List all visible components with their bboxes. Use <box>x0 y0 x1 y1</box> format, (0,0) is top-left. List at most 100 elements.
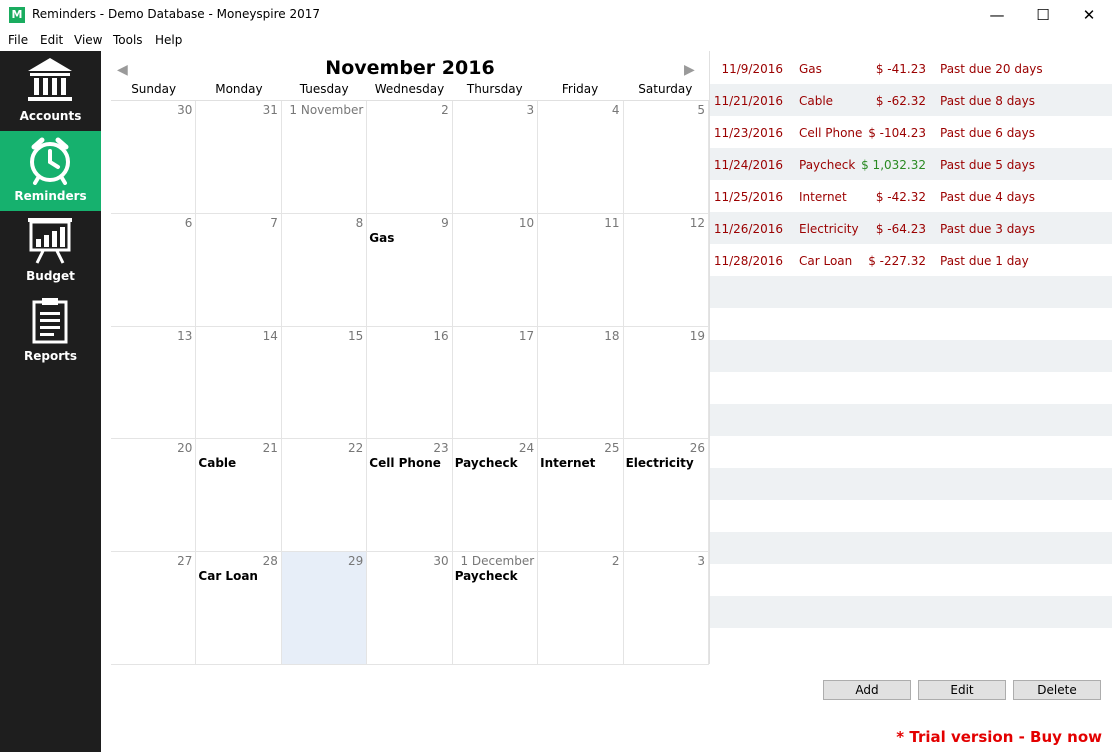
calendar-day-cell[interactable]: 4 <box>538 101 624 214</box>
reminder-row[interactable] <box>710 564 1112 596</box>
reminder-row[interactable]: 11/21/2016 Cable $ -62.32 Past due 8 days <box>710 84 1112 116</box>
calendar-day-cell[interactable]: 30 <box>367 552 453 665</box>
calendar-day-cell[interactable]: 3 <box>623 552 709 665</box>
reminder-date: 11/24/2016 <box>713 158 783 172</box>
reminder-row[interactable] <box>710 372 1112 404</box>
calendar-day-cell[interactable]: 12 <box>623 213 709 327</box>
calendar-day-cell[interactable]: 5 <box>623 101 709 214</box>
calendar-day-cell[interactable]: 11 <box>538 213 624 327</box>
calendar-event[interactable]: Paycheck <box>455 569 518 583</box>
weekday-label: Wednesday <box>374 82 445 96</box>
weekday-label: Thursday <box>466 82 523 96</box>
reminder-row[interactable]: 11/24/2016 Paycheck $ 1,032.32 Past due 5 d… <box>710 148 1112 180</box>
reminder-row[interactable] <box>710 532 1112 564</box>
reminder-amount: $ -62.32 <box>875 94 926 108</box>
reminder-row[interactable] <box>710 500 1112 532</box>
reminder-row[interactable]: 11/9/2016 Gas $ -41.23 Past due 20 days <box>710 52 1112 84</box>
day-number: 1 December <box>460 554 535 569</box>
calendar-day-cell[interactable]: 22 <box>281 439 368 553</box>
sidebar-item-reports[interactable]: Reports <box>0 291 101 371</box>
calendar-day-cell[interactable]: 24 Paycheck <box>452 439 539 553</box>
calendar-day-cell[interactable]: 20 <box>111 439 197 553</box>
maximize-button[interactable]: ☐ <box>1020 0 1066 31</box>
sidebar-item-label: Budget <box>26 269 75 283</box>
calendar-day-cell[interactable]: 13 <box>111 326 197 440</box>
calendar-day-cell-today[interactable]: 29 <box>281 552 368 665</box>
reminder-row[interactable] <box>710 276 1112 308</box>
calendar-day-cell[interactable]: 16 <box>367 326 453 440</box>
reminder-row[interactable] <box>710 628 1112 660</box>
reminder-row[interactable]: 11/28/2016 Car Loan $ -227.32 Past due 1 da… <box>710 244 1112 276</box>
menu-file[interactable]: File <box>8 33 28 47</box>
calendar-event[interactable]: Paycheck <box>455 456 518 470</box>
menu-view[interactable]: View <box>74 33 102 47</box>
calendar-month-title: November 2016 <box>325 57 495 79</box>
calendar-day-cell[interactable]: 10 <box>452 213 539 327</box>
reminder-amount: $ -41.23 <box>875 62 926 76</box>
calendar-event[interactable]: Car Loan <box>198 569 258 583</box>
reminder-row[interactable] <box>710 404 1112 436</box>
calendar-event[interactable]: Electricity <box>626 456 694 470</box>
calendar-day-cell[interactable]: 17 <box>452 326 539 440</box>
day-number: 22 <box>348 441 364 456</box>
add-button[interactable]: Add <box>823 680 911 700</box>
reminder-name: Cell Phone <box>799 126 863 140</box>
day-number: 19 <box>689 328 705 343</box>
calendar-day-cell[interactable]: 2 <box>367 101 453 214</box>
calendar-day-cell[interactable]: 14 <box>196 326 282 440</box>
calendar-day-cell[interactable]: 6 <box>111 213 197 327</box>
menu-help[interactable]: Help <box>155 33 182 47</box>
calendar-day-cell[interactable]: 26 Electricity <box>623 439 709 553</box>
day-number: 20 <box>177 441 193 456</box>
reminder-row[interactable] <box>710 596 1112 628</box>
calendar-day-cell[interactable]: 2 <box>538 552 624 665</box>
close-button[interactable]: ✕ <box>1066 0 1112 31</box>
menu-tools[interactable]: Tools <box>113 33 143 47</box>
calendar-day-cell[interactable]: 8 <box>281 213 368 327</box>
reminder-row[interactable] <box>710 468 1112 500</box>
day-number: 2 <box>611 554 620 569</box>
calendar-day-cell[interactable]: 9 Gas <box>367 213 453 327</box>
calendar-day-cell[interactable]: 31 <box>196 101 282 214</box>
sidebar-item-budget[interactable]: Budget <box>0 211 101 291</box>
calendar-day-cell[interactable]: 1 November <box>281 101 368 214</box>
reminder-row[interactable] <box>710 308 1112 340</box>
reminder-status: Past due 5 days <box>940 158 1036 172</box>
calendar-day-cell[interactable]: 3 <box>452 101 539 214</box>
trial-version-link[interactable]: * Trial version - Buy now <box>896 728 1102 746</box>
reminder-amount: $ 1,032.32 <box>861 158 926 172</box>
reminder-row[interactable] <box>710 340 1112 372</box>
reminder-date: 11/25/2016 <box>713 190 783 204</box>
calendar-event[interactable]: Internet <box>540 456 595 470</box>
calendar-day-cell[interactable]: 19 <box>623 326 709 440</box>
reminder-row[interactable]: 11/25/2016 Internet $ -42.32 Past due 4 day… <box>710 180 1112 212</box>
menu-edit[interactable]: Edit <box>40 33 63 47</box>
calendar-day-cell[interactable]: 21 Cable <box>196 439 282 553</box>
calendar-day-cell[interactable]: 28 Car Loan <box>196 552 282 665</box>
sidebar-item-reminders[interactable]: Reminders <box>0 131 101 211</box>
next-month-icon[interactable]: ▶ <box>684 62 695 78</box>
calendar-day-cell[interactable]: 7 <box>196 213 282 327</box>
reminder-status: Past due 8 days <box>940 94 1036 108</box>
calendar-day-cell[interactable]: 27 <box>111 552 197 665</box>
edit-button[interactable]: Edit <box>918 680 1006 700</box>
previous-month-icon[interactable]: ◀ <box>117 62 128 78</box>
reminder-row[interactable] <box>710 436 1112 468</box>
reminder-row[interactable]: 11/23/2016 Cell Phone $ -104.23 Past due 6 … <box>710 116 1112 148</box>
reminder-amount: $ -227.32 <box>868 254 926 268</box>
calendar-day-cell[interactable]: 25 Internet <box>538 439 624 553</box>
sidebar-item-accounts[interactable]: Accounts <box>0 51 101 131</box>
reminder-name: Internet <box>799 190 847 204</box>
calendar-day-cell[interactable]: 23 Cell Phone <box>367 439 453 553</box>
calendar-event[interactable]: Cable <box>198 456 236 470</box>
reminder-row[interactable]: 11/26/2016 Electricity $ -64.23 Past due 3 … <box>710 212 1112 244</box>
reminder-amount: $ -104.23 <box>868 126 926 140</box>
calendar-event[interactable]: Gas <box>369 231 394 245</box>
calendar-day-cell[interactable]: 1 December Paycheck <box>452 552 539 665</box>
calendar-day-cell[interactable]: 15 <box>281 326 368 440</box>
calendar-day-cell[interactable]: 18 <box>538 326 624 440</box>
calendar-event[interactable]: Cell Phone <box>369 456 441 470</box>
calendar-day-cell[interactable]: 30 <box>111 101 197 214</box>
minimize-button[interactable]: — <box>974 0 1020 31</box>
delete-button[interactable]: Delete <box>1013 680 1101 700</box>
